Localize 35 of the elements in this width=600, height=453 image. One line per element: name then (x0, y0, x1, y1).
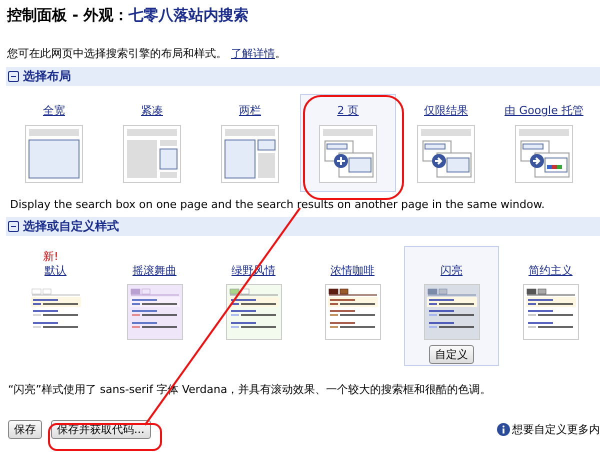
style-option[interactable]: 摇滚舞曲 (107, 246, 202, 366)
layout-link[interactable]: 仅限结果 (424, 103, 468, 118)
layout-link[interactable]: 紧凑 (141, 103, 163, 118)
style-link[interactable]: 简约主义 (528, 263, 572, 278)
layout-option[interactable]: 2 页 (300, 94, 396, 192)
layout-link[interactable]: 2 页 (337, 103, 359, 118)
style-option[interactable]: 新! 默认 (8, 246, 103, 366)
intro-text: 您可在此网页中选择搜索引擎的布局和样式。 (7, 47, 227, 60)
save-button[interactable]: 保存 (8, 420, 42, 439)
layout-link[interactable]: 全宽 (43, 103, 65, 118)
page-title: 控制面板 - 外观：七零八落站内搜索 (6, 6, 250, 26)
layout-link[interactable]: 两栏 (239, 103, 261, 118)
new-label: 新! (43, 249, 58, 263)
section-title: 选择布局 (23, 68, 71, 85)
layout-option[interactable]: 由 Google 托管 (496, 94, 592, 192)
style-link[interactable]: 浓情咖啡 (330, 263, 374, 278)
layout-option[interactable]: 两栏 (202, 94, 298, 192)
style-option[interactable]: 闪亮 自定义 (404, 246, 499, 366)
section-header[interactable]: 选择或自定义样式 (6, 217, 600, 236)
layout-description: Display the search box on one page and the search results on another page in the same window. (9, 197, 546, 213)
customize-button[interactable]: 自定义 (429, 345, 474, 364)
style-option[interactable]: 浓情咖啡 (305, 246, 400, 366)
layout-option[interactable]: 仅限结果 (398, 94, 494, 192)
style-link[interactable]: 摇滚舞曲 (132, 263, 176, 278)
layout-option[interactable]: 全宽 (6, 94, 102, 192)
style-option[interactable]: 简约主义 (503, 246, 598, 366)
help-text: 想要自定义更多内 (512, 422, 600, 437)
learn-more-link[interactable]: 了解详情 (231, 47, 275, 60)
layout-option[interactable]: 紧凑 (104, 94, 200, 192)
intro-suffix: 。 (275, 47, 286, 60)
layout-link[interactable]: 由 Google 托管 (504, 103, 584, 118)
section-title: 选择或自定义样式 (23, 218, 119, 235)
style-link[interactable]: 闪亮 (440, 263, 462, 278)
section-header[interactable]: 选择布局 (6, 67, 600, 86)
style-link[interactable]: 默认 (44, 263, 66, 278)
